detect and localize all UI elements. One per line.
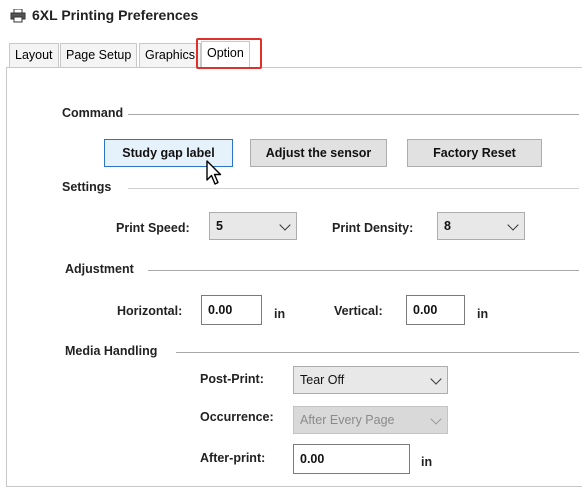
media-handling-header: Media Handling (65, 344, 158, 358)
tab-page-setup[interactable]: Page Setup (60, 43, 138, 67)
horizontal-unit: in (274, 307, 286, 321)
print-density-select[interactable]: 8 (437, 212, 525, 240)
print-speed-value: 5 (216, 219, 223, 233)
window-title: 6XL Printing Preferences (32, 7, 199, 23)
media-handling-divider (176, 352, 579, 353)
horizontal-input[interactable]: 0.00 (201, 295, 262, 325)
after-print-unit: in (421, 455, 433, 469)
print-speed-label: Print Speed: (116, 221, 190, 235)
print-density-label: Print Density: (332, 221, 414, 235)
after-print-label: After-print: (200, 451, 266, 465)
adjust-sensor-button[interactable]: Adjust the sensor (250, 139, 387, 167)
command-header: Command (62, 106, 124, 120)
chevron-down-icon (279, 219, 291, 231)
vertical-unit: in (477, 307, 489, 321)
printer-icon (10, 9, 26, 23)
tab-option[interactable]: Option (201, 41, 250, 68)
after-print-input[interactable]: 0.00 (293, 444, 410, 474)
post-print-label: Post-Print: (200, 372, 264, 386)
occurrence-select[interactable]: After Every Page (293, 406, 448, 434)
adjustment-header: Adjustment (65, 262, 134, 276)
horizontal-label: Horizontal: (117, 304, 183, 318)
chevron-down-icon (430, 413, 442, 425)
settings-divider (128, 188, 579, 189)
vertical-label: Vertical: (334, 304, 383, 318)
print-density-value: 8 (444, 219, 451, 233)
occurrence-value: After Every Page (300, 413, 395, 427)
occurrence-label: Occurrence: (200, 410, 274, 424)
settings-header: Settings (62, 180, 112, 194)
command-divider (128, 114, 579, 115)
factory-reset-button[interactable]: Factory Reset (407, 139, 542, 167)
chevron-down-icon (507, 219, 519, 231)
post-print-value: Tear Off (300, 373, 345, 387)
mouse-cursor-icon (206, 160, 222, 185)
tab-layout[interactable]: Layout (9, 43, 59, 67)
post-print-select[interactable]: Tear Off (293, 366, 448, 394)
tab-graphics[interactable]: Graphics (139, 43, 202, 67)
print-speed-select[interactable]: 5 (209, 212, 297, 240)
vertical-input[interactable]: 0.00 (406, 295, 465, 325)
chevron-down-icon (430, 373, 442, 385)
adjustment-divider (148, 270, 579, 271)
